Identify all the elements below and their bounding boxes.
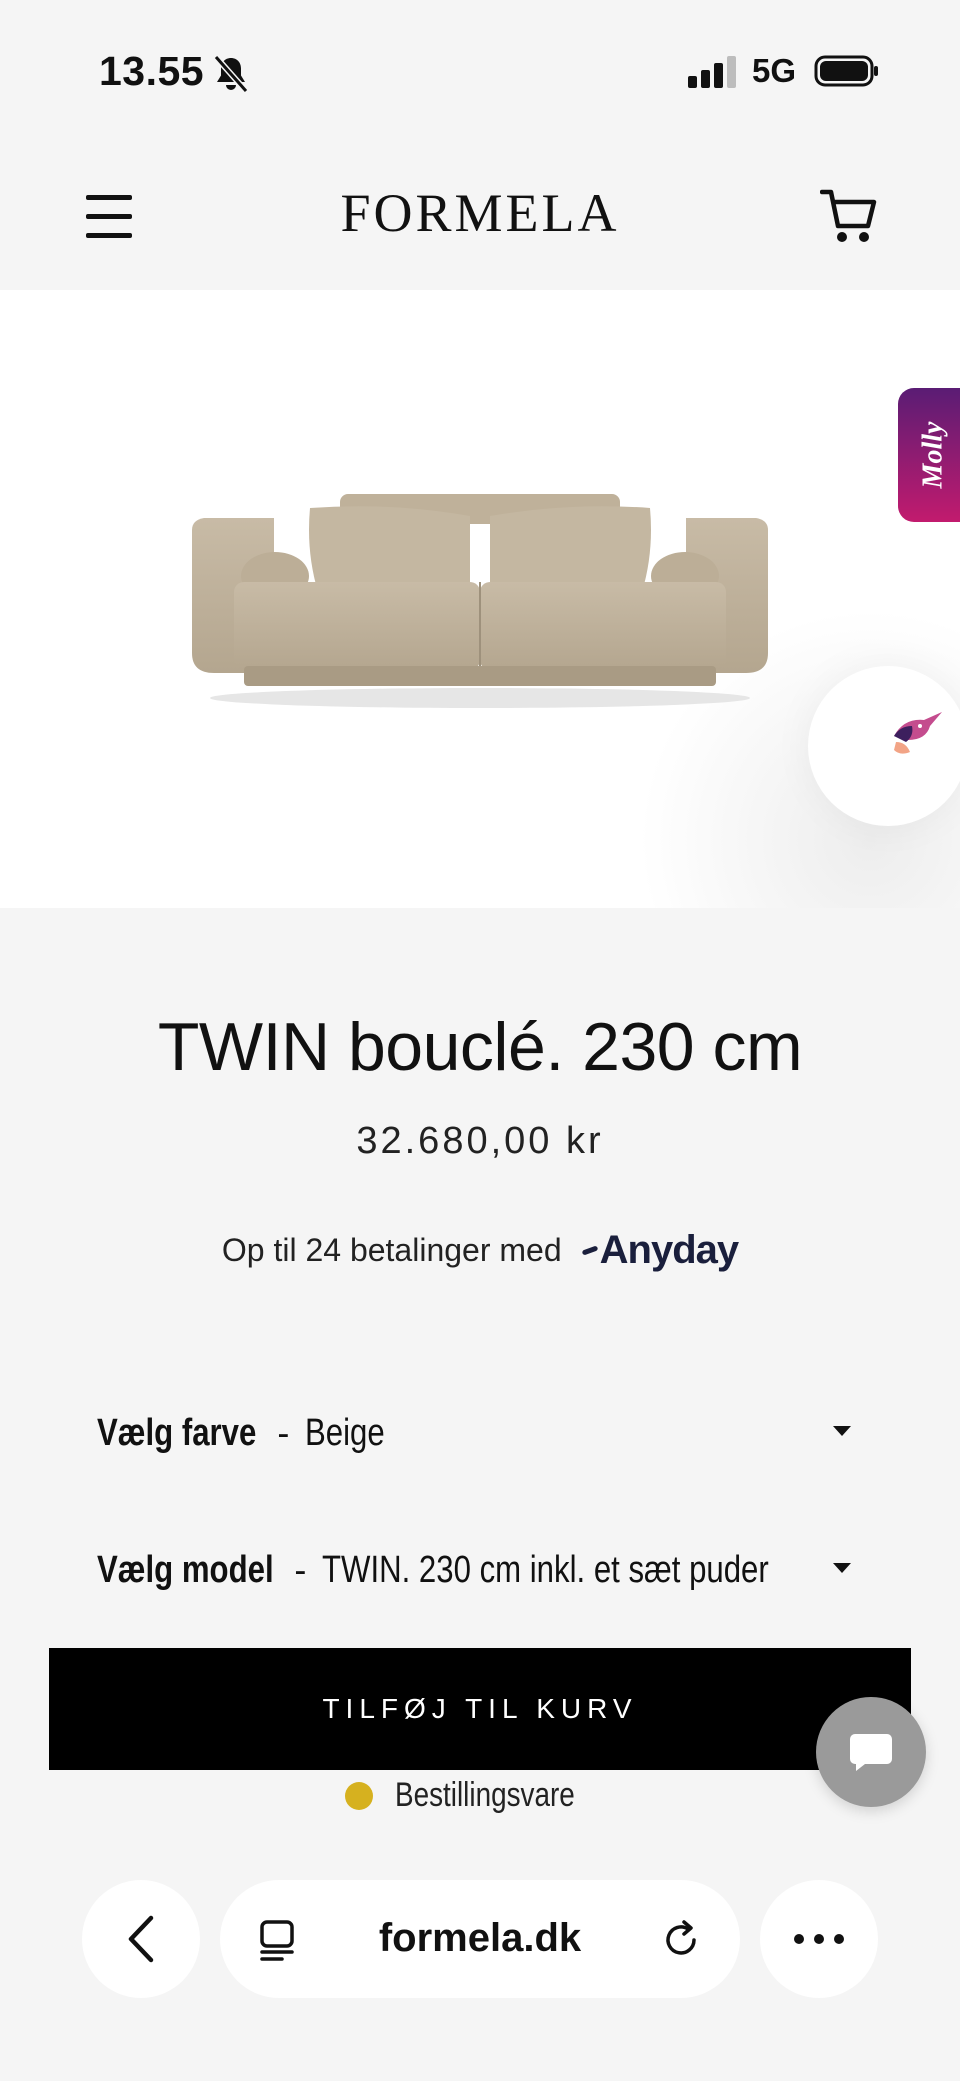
status-time: 13.55 <box>99 48 205 94</box>
stock-status-text: Bestillingsvare <box>395 1776 576 1814</box>
hummingbird-icon <box>894 712 942 754</box>
hummingbird-widget[interactable] <box>808 666 960 826</box>
signal-icon <box>688 56 736 88</box>
sofa-image <box>192 494 768 708</box>
status-bar: 13.55 5G <box>0 0 960 140</box>
color-select-separator: - <box>277 1412 290 1453</box>
browser-url-bar[interactable]: formela.dk <box>220 1880 740 1998</box>
battery-icon <box>814 55 878 87</box>
more-dots-icon <box>794 1934 844 1944</box>
model-select-value: TWIN. 230 cm inkl. et sæt puder <box>322 1548 770 1591</box>
product-price: 32.680,00 kr <box>356 1120 604 1162</box>
anyday-logo: Anyday <box>581 1228 739 1273</box>
site-header: FORMELA <box>0 150 960 290</box>
caret-down-icon <box>833 1563 851 1573</box>
product-image[interactable]: Molly <box>0 290 960 908</box>
stock-status: Bestillingsvare <box>0 1776 960 1815</box>
model-select-separator: - <box>294 1549 307 1590</box>
product-title: TWIN bouclé. 230 cm <box>157 1009 803 1085</box>
color-select-value: Beige <box>305 1411 386 1454</box>
bell-muted-icon <box>213 55 249 93</box>
chat-icon <box>850 1734 892 1771</box>
browser-back-button[interactable] <box>82 1880 200 1998</box>
shopping-cart-icon[interactable] <box>820 186 878 246</box>
installments-text: Op til 24 betalinger med <box>221 1232 562 1268</box>
add-to-cart-button[interactable]: TILFØJ TIL KURV <box>49 1648 911 1770</box>
model-select[interactable]: Vælg model - TWIN. 230 cm inkl. et sæt p… <box>97 1535 867 1605</box>
molly-widget-tab[interactable]: Molly <box>898 388 960 522</box>
anyday-mark <box>581 1245 598 1256</box>
stock-status-dot <box>345 1781 374 1810</box>
chevron-left-icon <box>128 1915 154 1963</box>
site-logo[interactable]: FORMELA <box>0 182 960 244</box>
color-select-label: Vælg farve <box>97 1411 257 1454</box>
browser-more-button[interactable] <box>760 1880 878 1998</box>
anyday-label: Anyday <box>599 1228 739 1272</box>
molly-label: Molly <box>916 421 948 489</box>
installments-info[interactable]: Op til 24 betalinger med Anyday <box>0 1228 960 1273</box>
reload-icon[interactable] <box>660 1918 704 1962</box>
caret-down-icon <box>833 1426 851 1436</box>
chat-button[interactable] <box>816 1697 926 1807</box>
network-type: 5G <box>752 52 797 89</box>
color-select[interactable]: Vælg farve - Beige <box>97 1398 867 1468</box>
model-select-label: Vælg model <box>97 1548 274 1591</box>
